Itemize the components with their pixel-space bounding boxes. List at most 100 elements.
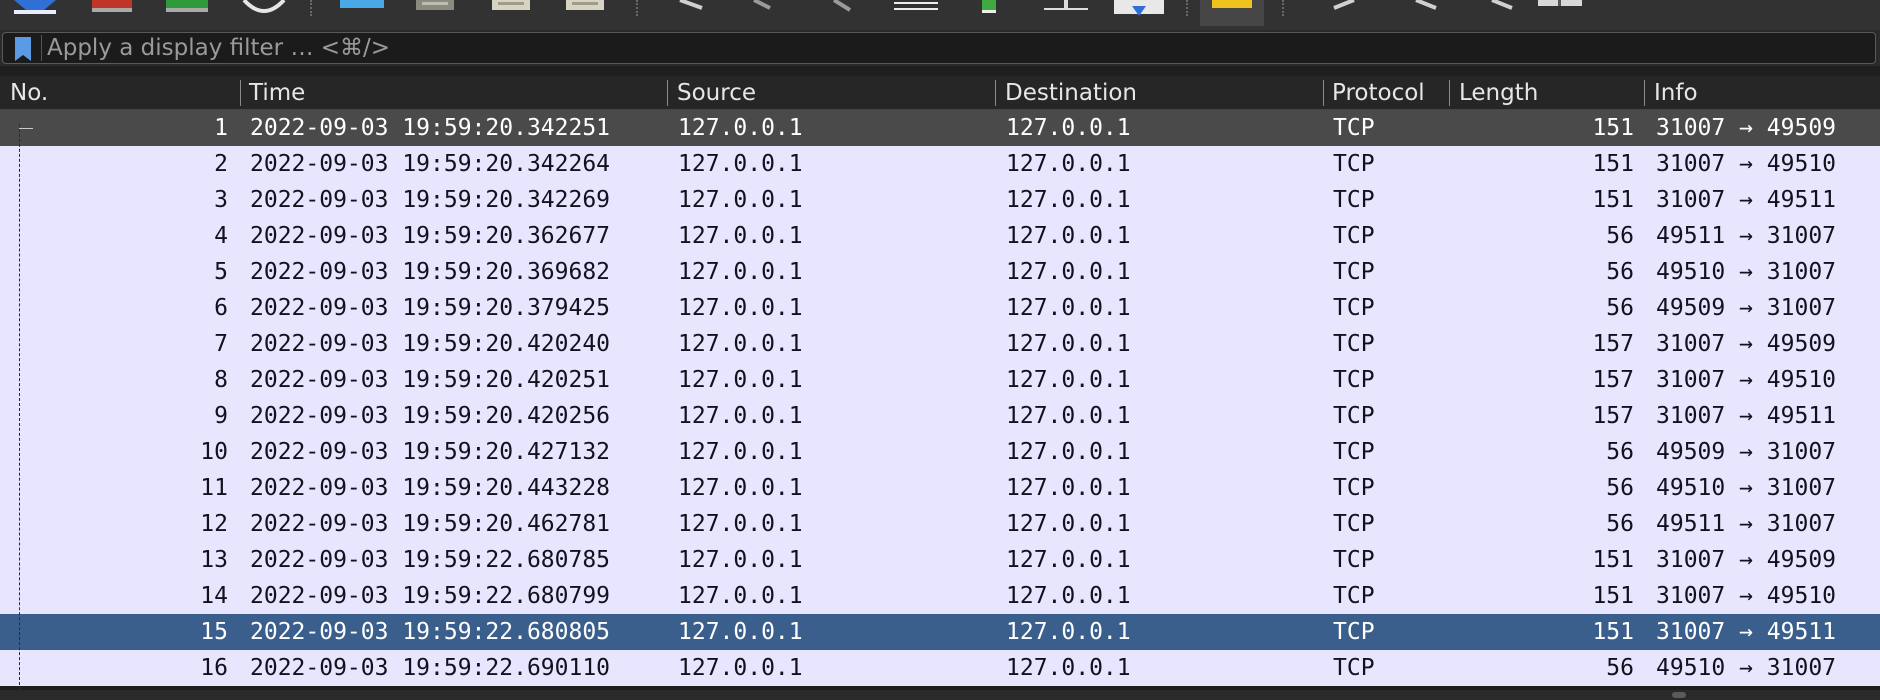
column-header-length[interactable]: Length bbox=[1459, 76, 1538, 110]
stop-capture-icon[interactable] bbox=[92, 0, 132, 12]
zoom-in-icon[interactable] bbox=[1330, 0, 1360, 10]
packet-row[interactable]: 4 2022-09-03 19:59:20.362677 127.0.0.1 1… bbox=[0, 218, 1880, 254]
packet-number: 5 bbox=[214, 259, 228, 285]
go-back-icon[interactable] bbox=[750, 0, 774, 10]
column-divider[interactable] bbox=[1323, 80, 1324, 106]
column-header-destination[interactable]: Destination bbox=[1005, 76, 1137, 110]
packet-protocol: TCP bbox=[1333, 187, 1375, 213]
packet-destination: 127.0.0.1 bbox=[1006, 475, 1131, 501]
packet-time: 2022-09-03 19:59:22.680805 bbox=[250, 619, 611, 645]
packet-row[interactable]: 14 2022-09-03 19:59:22.680799 127.0.0.1 … bbox=[0, 578, 1880, 614]
display-filter-bar bbox=[0, 30, 1880, 66]
packet-row[interactable]: 8 2022-09-03 19:59:20.420251 127.0.0.1 1… bbox=[0, 362, 1880, 398]
restart-capture-icon[interactable] bbox=[166, 0, 208, 12]
packet-number: 13 bbox=[200, 547, 228, 573]
packet-protocol: TCP bbox=[1333, 439, 1375, 465]
packet-length: 151 bbox=[1592, 151, 1634, 177]
packet-row[interactable]: 10 2022-09-03 19:59:20.427132 127.0.0.1 … bbox=[0, 434, 1880, 470]
close-file-icon[interactable] bbox=[492, 0, 530, 10]
column-header-no[interactable]: No. bbox=[10, 76, 48, 110]
column-divider[interactable] bbox=[1644, 80, 1645, 106]
column-divider[interactable] bbox=[667, 80, 668, 106]
open-file-icon[interactable] bbox=[340, 0, 384, 8]
packet-length: 151 bbox=[1592, 547, 1634, 573]
toolbar-separator bbox=[636, 0, 640, 16]
capture-options-icon[interactable] bbox=[240, 0, 288, 14]
packet-row[interactable]: 9 2022-09-03 19:59:20.420256 127.0.0.1 1… bbox=[0, 398, 1880, 434]
go-to-first-packet-icon[interactable] bbox=[980, 0, 998, 14]
packet-protocol: TCP bbox=[1333, 583, 1375, 609]
go-to-packet-icon[interactable] bbox=[894, 0, 938, 12]
zoom-out-icon[interactable] bbox=[1412, 0, 1442, 10]
go-to-last-packet-icon[interactable] bbox=[1044, 0, 1088, 12]
toolbar-separator bbox=[1186, 0, 1190, 16]
toolbar-separator bbox=[310, 0, 314, 16]
packet-source: 127.0.0.1 bbox=[678, 187, 803, 213]
packet-info: 49510 → 31007 bbox=[1656, 475, 1837, 501]
find-packet-icon[interactable] bbox=[676, 0, 706, 10]
packet-length: 56 bbox=[1606, 511, 1634, 537]
column-divider[interactable] bbox=[240, 80, 241, 106]
packet-source: 127.0.0.1 bbox=[678, 511, 803, 537]
save-file-icon[interactable] bbox=[416, 0, 454, 10]
packet-source: 127.0.0.1 bbox=[678, 259, 803, 285]
colorize-toggle[interactable] bbox=[1200, 0, 1264, 26]
packet-time: 2022-09-03 19:59:22.680785 bbox=[250, 547, 611, 573]
scrollbar-thumb[interactable] bbox=[1672, 692, 1686, 698]
packet-source: 127.0.0.1 bbox=[678, 295, 803, 321]
packet-row-selected[interactable]: 15 2022-09-03 19:59:22.680805 127.0.0.1 … bbox=[0, 614, 1880, 650]
packet-time: 2022-09-03 19:59:20.369682 bbox=[250, 259, 611, 285]
packet-row[interactable]: 11 2022-09-03 19:59:20.443228 127.0.0.1 … bbox=[0, 470, 1880, 506]
packet-number: 3 bbox=[214, 187, 228, 213]
packet-row[interactable]: 13 2022-09-03 19:59:22.680785 127.0.0.1 … bbox=[0, 542, 1880, 578]
packet-row[interactable]: 16 2022-09-03 19:59:22.690110 127.0.0.1 … bbox=[0, 650, 1880, 686]
packet-destination: 127.0.0.1 bbox=[1006, 331, 1131, 357]
packet-number: 11 bbox=[200, 475, 228, 501]
filter-bookmark-button[interactable] bbox=[5, 35, 42, 61]
packet-protocol: TCP bbox=[1333, 295, 1375, 321]
normal-size-icon[interactable] bbox=[1488, 0, 1518, 10]
column-header-time[interactable]: Time bbox=[249, 76, 305, 110]
packet-info: 31007 → 49510 bbox=[1656, 367, 1837, 393]
packet-row[interactable]: 12 2022-09-03 19:59:20.462781 127.0.0.1 … bbox=[0, 506, 1880, 542]
packet-number: 4 bbox=[214, 223, 228, 249]
column-header-source[interactable]: Source bbox=[677, 76, 756, 110]
packet-source: 127.0.0.1 bbox=[678, 331, 803, 357]
packet-row[interactable]: 1 2022-09-03 19:59:20.342251 127.0.0.1 1… bbox=[0, 110, 1880, 146]
packet-info: 31007 → 49510 bbox=[1656, 151, 1837, 177]
resize-columns-icon[interactable] bbox=[1538, 0, 1582, 8]
packet-time: 2022-09-03 19:59:20.427132 bbox=[250, 439, 611, 465]
packet-time: 2022-09-03 19:59:20.342264 bbox=[250, 151, 611, 177]
packet-info: 49509 → 31007 bbox=[1656, 295, 1837, 321]
packet-list: No. Time Source Destination Protocol Len… bbox=[0, 76, 1880, 690]
packet-destination: 127.0.0.1 bbox=[1006, 151, 1131, 177]
horizontal-scrollbar[interactable] bbox=[0, 690, 1880, 700]
packet-destination: 127.0.0.1 bbox=[1006, 439, 1131, 465]
packet-row[interactable]: 6 2022-09-03 19:59:20.379425 127.0.0.1 1… bbox=[0, 290, 1880, 326]
packet-time: 2022-09-03 19:59:20.420251 bbox=[250, 367, 611, 393]
column-header-protocol[interactable]: Protocol bbox=[1332, 76, 1425, 110]
go-forward-icon[interactable] bbox=[830, 0, 854, 12]
start-capture-icon[interactable] bbox=[12, 0, 58, 14]
packet-length: 56 bbox=[1606, 223, 1634, 249]
packet-destination: 127.0.0.1 bbox=[1006, 655, 1131, 681]
packet-protocol: TCP bbox=[1333, 403, 1375, 429]
packet-row[interactable]: 2 2022-09-03 19:59:20.342264 127.0.0.1 1… bbox=[0, 146, 1880, 182]
auto-scroll-icon[interactable] bbox=[1114, 0, 1164, 18]
packet-time: 2022-09-03 19:59:20.420240 bbox=[250, 331, 611, 357]
related-packets-indicator bbox=[19, 124, 21, 690]
packet-row[interactable]: 5 2022-09-03 19:59:20.369682 127.0.0.1 1… bbox=[0, 254, 1880, 290]
display-filter-input[interactable] bbox=[47, 35, 1847, 61]
column-divider[interactable] bbox=[995, 80, 996, 106]
packet-destination: 127.0.0.1 bbox=[1006, 115, 1131, 141]
reload-file-icon[interactable] bbox=[566, 0, 604, 10]
column-divider[interactable] bbox=[1449, 80, 1450, 106]
packet-source: 127.0.0.1 bbox=[678, 619, 803, 645]
packet-row[interactable]: 3 2022-09-03 19:59:20.342269 127.0.0.1 1… bbox=[0, 182, 1880, 218]
column-header-info[interactable]: Info bbox=[1654, 76, 1698, 110]
packet-row[interactable]: 7 2022-09-03 19:59:20.420240 127.0.0.1 1… bbox=[0, 326, 1880, 362]
packet-destination: 127.0.0.1 bbox=[1006, 187, 1131, 213]
packet-source: 127.0.0.1 bbox=[678, 367, 803, 393]
packet-time: 2022-09-03 19:59:20.379425 bbox=[250, 295, 611, 321]
packet-length: 157 bbox=[1592, 367, 1634, 393]
